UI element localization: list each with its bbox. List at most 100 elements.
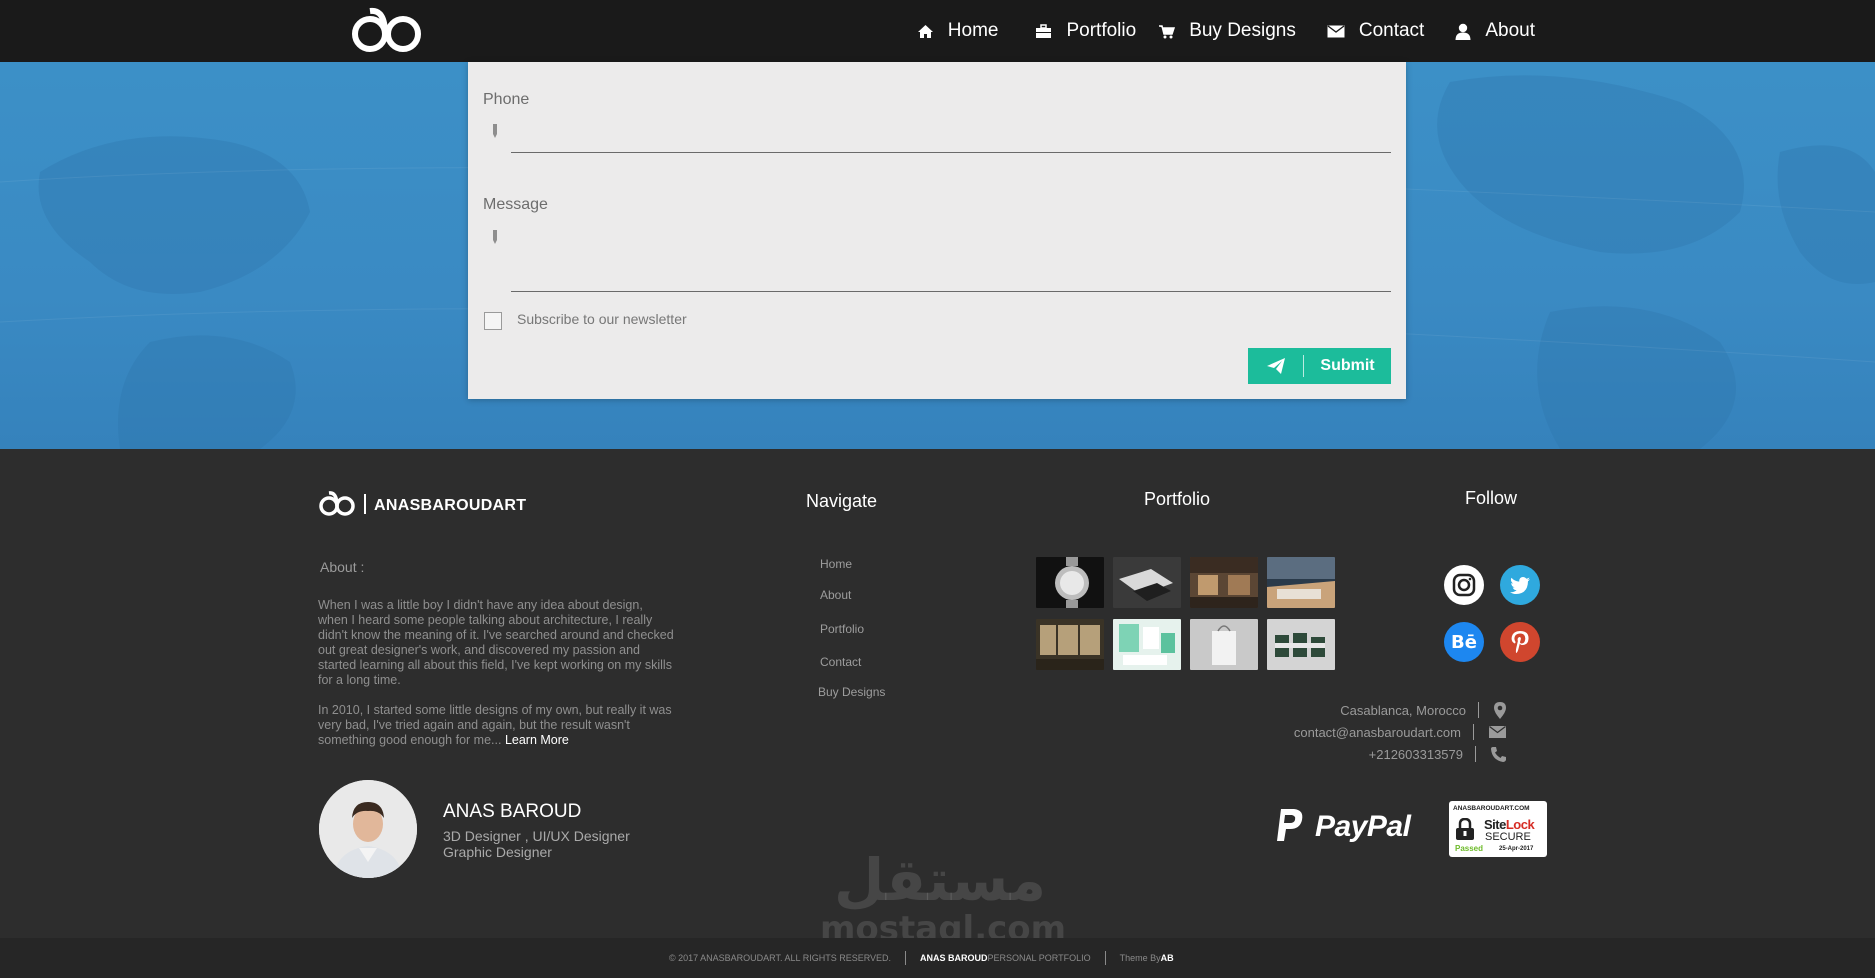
navigate-heading: Navigate	[806, 491, 878, 511]
theme-by-text: Theme By	[1119, 953, 1161, 963]
cart-icon	[1159, 24, 1176, 38]
copyright-bar: © 2017 ANASBAROUDART. ALL RIGHTS RESERVE…	[0, 938, 1875, 978]
footer-link-home[interactable]: Home	[820, 557, 852, 571]
divider	[1475, 746, 1476, 762]
instagram-icon[interactable]	[1444, 565, 1484, 605]
contact-email: contact@anasbaroudart.com	[1294, 723, 1506, 741]
portfolio-thumbnail[interactable]	[1113, 557, 1181, 608]
footer-brand: ANASBAROUDART	[364, 494, 526, 515]
map-marker-icon	[1494, 701, 1506, 719]
sitelock-name: SiteLock	[1484, 817, 1535, 832]
portfolio-thumbnail[interactable]	[1190, 619, 1258, 670]
footer-link-about[interactable]: About	[820, 588, 851, 602]
avatar	[319, 780, 417, 878]
learn-more-link[interactable]: Learn More	[505, 733, 569, 747]
message-textarea[interactable]	[511, 291, 1391, 292]
copyright-text: © 2017 ANASBAROUDART. ALL RIGHTS RESERVE…	[669, 953, 892, 963]
portfolio-thumbnail[interactable]	[1036, 619, 1104, 670]
message-label: Message	[483, 196, 548, 213]
divider	[1104, 951, 1106, 965]
button-divider	[1303, 355, 1304, 377]
padlock-icon	[1456, 818, 1474, 840]
portfolio-thumbnail[interactable]	[1267, 557, 1335, 608]
nav-item-portfolio[interactable]: Portfolio	[1035, 20, 1136, 42]
divider	[1473, 724, 1474, 740]
owner-suffix: PERSONAL PORTFOLIO	[987, 953, 1091, 963]
contact-phone: +212603313579	[1369, 745, 1506, 763]
sitelock-secure: SECURE	[1485, 831, 1531, 843]
person-role-line-2: Graphic Designer	[443, 844, 552, 860]
nav-item-home[interactable]: Home	[917, 20, 999, 42]
pinterest-icon[interactable]	[1500, 622, 1540, 662]
watermark-arabic: مستقل	[833, 846, 1047, 914]
theme-author: AB	[1160, 953, 1174, 963]
portfolio-thumbnail[interactable]	[1113, 619, 1181, 670]
about-paragraph-2-text: In 2010, I started some little designs o…	[318, 703, 672, 747]
site-footer: ANASBAROUDART About : When I was a littl…	[0, 449, 1875, 947]
about-heading: About :	[320, 559, 365, 575]
portfolio-thumbnail[interactable]	[1267, 619, 1335, 670]
phone-text: +212603313579	[1368, 746, 1463, 762]
about-paragraph-1: When I was a little boy I didn't have an…	[318, 598, 674, 687]
person-role: 3D Designer , UI/UX Designer Graphic Desi…	[443, 828, 630, 860]
twitter-icon[interactable]	[1500, 565, 1540, 605]
main-menu: Home Portfolio Buy Designs Contact About	[917, 0, 1535, 62]
person-photo	[319, 780, 417, 878]
contact-location: Casablanca, Morocco	[1340, 701, 1506, 719]
paypal-badge: PayPal	[1275, 809, 1411, 845]
newsletter-label: Subscribe to our newsletter	[517, 311, 687, 327]
footer-link-buy-designs[interactable]: Buy Designs	[818, 685, 885, 699]
nav-item-label: Portfolio	[1066, 20, 1137, 41]
behance-icon[interactable]: Bē	[1444, 622, 1484, 662]
watermark: مستقل mostaql.com	[820, 846, 1066, 947]
contact-form-card: Phone Message Subscribe to our newslette…	[468, 62, 1406, 399]
sitelock-passed: Passed	[1455, 844, 1484, 853]
ab-logo[interactable]	[348, 3, 426, 57]
portfolio-thumbnail[interactable]	[1190, 557, 1258, 608]
briefcase-icon	[1036, 23, 1052, 38]
person-role-line-1: 3D Designer , UI/UX Designer	[443, 828, 630, 844]
envelope-icon	[1327, 24, 1345, 37]
phone-label: Phone	[483, 91, 530, 108]
nav-item-label: Buy Designs	[1189, 20, 1296, 41]
sitelock-badge[interactable]: ANASBAROUDART.COM SiteLock SECURE Passed…	[1449, 801, 1547, 857]
ab-logo[interactable]	[318, 488, 356, 518]
newsletter-checkbox[interactable]	[484, 312, 502, 330]
brand-name: ANASBAROUDART	[374, 497, 527, 514]
paper-plane-icon	[1266, 358, 1285, 374]
nav-item-label: About	[1485, 20, 1535, 41]
submit-button[interactable]: Submit	[1248, 348, 1391, 384]
nav-item-buy-designs[interactable]: Buy Designs	[1158, 20, 1296, 42]
footer-link-portfolio[interactable]: Portfolio	[820, 622, 864, 636]
home-icon	[917, 24, 933, 38]
sitelock-domain: ANASBAROUDART.COM	[1453, 805, 1530, 812]
paypal-icon	[1277, 809, 1303, 841]
email-text[interactable]: contact@anasbaroudart.com	[1294, 725, 1461, 740]
owner-name: ANAS BAROUD	[920, 953, 988, 963]
sitelock-name-part-2: Lock	[1505, 817, 1535, 832]
location-text: Casablanca, Morocco	[1340, 702, 1466, 718]
person-name: ANAS BAROUD	[443, 801, 582, 822]
divider	[905, 951, 907, 965]
nav-item-about[interactable]: About	[1455, 20, 1535, 42]
nav-item-label: Home	[947, 20, 999, 41]
phone-input[interactable]	[511, 152, 1391, 153]
nav-item-label: Contact	[1358, 20, 1425, 41]
envelope-icon	[1489, 726, 1506, 738]
about-paragraph-2: In 2010, I started some little designs o…	[318, 703, 674, 748]
sitelock-name-part-1: Site	[1484, 817, 1506, 832]
pencil-icon	[493, 124, 497, 138]
brand-divider	[364, 494, 366, 514]
divider	[1478, 702, 1479, 718]
pencil-icon	[493, 230, 497, 244]
sitelock-date: 25-Apr-2017	[1499, 846, 1534, 852]
footer-link-contact[interactable]: Contact	[820, 655, 861, 669]
portfolio-thumbnail[interactable]	[1036, 557, 1104, 608]
follow-heading: Follow	[1465, 488, 1518, 508]
user-icon	[1455, 23, 1471, 40]
phone-icon	[1491, 746, 1506, 762]
submit-label: Submit	[1320, 357, 1375, 374]
paypal-text: PayPal	[1315, 810, 1411, 843]
nav-item-contact[interactable]: Contact	[1327, 20, 1424, 42]
portfolio-heading: Portfolio	[1144, 489, 1211, 509]
